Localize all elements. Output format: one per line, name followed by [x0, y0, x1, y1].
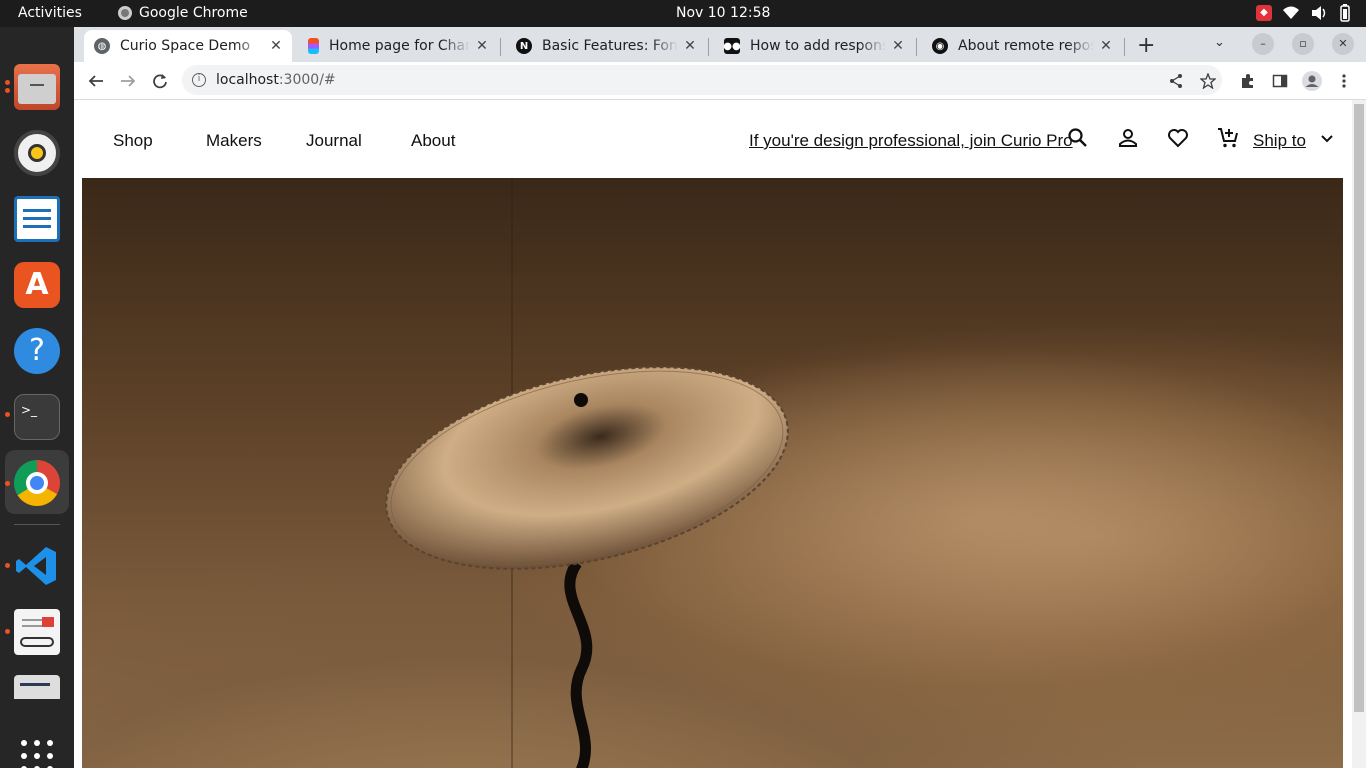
wifi-icon — [1283, 6, 1299, 19]
address-bar[interactable]: i localhost:3000/# — [182, 65, 1222, 95]
new-tab-button[interactable]: + — [1137, 33, 1155, 58]
extensions-puzzle-icon[interactable] — [1236, 69, 1260, 93]
chrome-small-icon — [118, 6, 132, 20]
share-icon[interactable] — [1164, 69, 1188, 93]
page-viewport: Shop Makers Journal About If you're desi… — [74, 100, 1366, 768]
tab-title: How to add responsive — [750, 38, 886, 54]
tab-title: Home page for Change — [329, 38, 470, 54]
tab-title: Curio Space Demo — [120, 38, 251, 54]
help-icon[interactable]: ? — [14, 328, 60, 374]
terminal-icon[interactable]: >_ — [14, 394, 60, 440]
running-indicator — [5, 629, 10, 634]
site-info-icon[interactable]: i — [192, 73, 206, 87]
app-menu[interactable]: Google Chrome — [118, 5, 248, 21]
medium-icon: ●● — [723, 38, 741, 54]
text-editor-icon[interactable] — [14, 675, 60, 699]
url-path: :3000/# — [278, 72, 336, 88]
tab-separator — [916, 38, 917, 56]
profile-avatar-icon[interactable] — [1300, 69, 1324, 93]
reload-icon[interactable] — [148, 69, 172, 93]
running-indicator — [5, 80, 10, 85]
back-arrow-icon[interactable] — [84, 69, 108, 93]
nextjs-icon: N — [516, 38, 532, 54]
tab-separator — [500, 38, 501, 56]
running-indicator — [5, 563, 10, 568]
chevron-down-icon[interactable] — [1319, 130, 1343, 154]
tab-home-page-for-change[interactable]: Home page for Change ✕ — [298, 30, 498, 62]
close-tab-icon[interactable]: ✕ — [268, 38, 284, 54]
close-tab-icon[interactable]: ✕ — [890, 38, 906, 54]
account-icon[interactable] — [1116, 126, 1140, 150]
tab-how-to-add-responsive[interactable]: ●● How to add responsive ✕ — [714, 30, 914, 62]
app-name: Google Chrome — [139, 5, 248, 21]
chrome-menu-icon[interactable] — [1332, 69, 1356, 93]
nav-makers[interactable]: Makers — [206, 131, 262, 151]
page-scrollbar-thumb[interactable] — [1354, 104, 1364, 712]
document-viewer-icon[interactable] — [14, 609, 60, 655]
nav-journal[interactable]: Journal — [306, 131, 362, 151]
system-tray[interactable]: ◆ — [1256, 4, 1352, 22]
pleated-lamp-illustration — [385, 178, 1343, 768]
nav-shop[interactable]: Shop — [113, 131, 153, 151]
wishlist-heart-icon[interactable] — [1166, 126, 1190, 150]
running-indicator — [5, 481, 10, 486]
system-top-bar: Activities Google Chrome Nov 10 12:58 ◆ — [0, 0, 1366, 27]
minimize-button[interactable]: – — [1252, 33, 1274, 55]
running-indicator — [5, 88, 10, 93]
tab-search-chevron-icon[interactable]: ⌄ — [1214, 35, 1225, 50]
writer-icon[interactable] — [14, 196, 60, 242]
battery-icon — [1340, 4, 1350, 22]
dock-separator — [14, 524, 60, 525]
running-indicator — [5, 412, 10, 417]
ship-to-link[interactable]: Ship to — [1253, 131, 1306, 151]
files-icon[interactable] — [14, 64, 60, 110]
dock: A ? >_ — [0, 27, 74, 768]
clock[interactable]: Nov 10 12:58 — [676, 5, 770, 21]
tab-separator — [1124, 38, 1125, 56]
screen-record-icon[interactable]: ◆ — [1256, 5, 1272, 21]
close-window-button[interactable]: ✕ — [1332, 33, 1354, 55]
show-apps-icon[interactable] — [21, 740, 53, 768]
close-tab-icon[interactable]: ✕ — [474, 38, 490, 54]
github-icon: ◉ — [932, 38, 948, 54]
bookmark-star-icon[interactable] — [1196, 69, 1220, 93]
add-to-cart-icon[interactable] — [1216, 126, 1240, 150]
tab-title: About remote reposit — [958, 38, 1094, 54]
activities-button[interactable]: Activities — [18, 5, 82, 21]
close-tab-icon[interactable]: ✕ — [682, 38, 698, 54]
nav-about[interactable]: About — [411, 131, 455, 151]
hero-image — [82, 178, 1343, 768]
browser-window: ◍ Curio Space Demo ✕ Home page for Chang… — [74, 27, 1366, 768]
vscode-icon[interactable] — [14, 543, 60, 589]
forward-arrow-icon[interactable] — [116, 69, 140, 93]
browser-toolbar: i localhost:3000/# — [74, 62, 1366, 100]
globe-icon: ◍ — [94, 38, 110, 54]
app-center-icon[interactable]: A — [14, 262, 60, 308]
volume-icon — [1312, 6, 1326, 20]
tab-strip: ◍ Curio Space Demo ✕ Home page for Chang… — [74, 27, 1366, 62]
tab-title: Basic Features: Font O — [542, 38, 678, 54]
tab-separator — [708, 38, 709, 56]
tab-basic-features-font[interactable]: N Basic Features: Font O ✕ — [506, 30, 706, 62]
tab-curio-space-demo[interactable]: ◍ Curio Space Demo ✕ — [84, 30, 292, 62]
search-icon[interactable] — [1066, 126, 1090, 150]
chrome-icon[interactable] — [14, 460, 60, 506]
rhythmbox-icon[interactable] — [14, 130, 60, 176]
figma-icon — [308, 38, 319, 54]
close-tab-icon[interactable]: ✕ — [1098, 38, 1114, 54]
side-panel-icon[interactable] — [1268, 69, 1292, 93]
url-host: localhost — [216, 72, 279, 88]
join-curio-pro-link[interactable]: If you're design professional, join Curi… — [749, 131, 1073, 151]
tab-about-remote-repositories[interactable]: ◉ About remote reposit ✕ — [922, 30, 1122, 62]
maximize-button[interactable]: ▫ — [1292, 33, 1314, 55]
site-header: Shop Makers Journal About If you're desi… — [74, 100, 1352, 178]
